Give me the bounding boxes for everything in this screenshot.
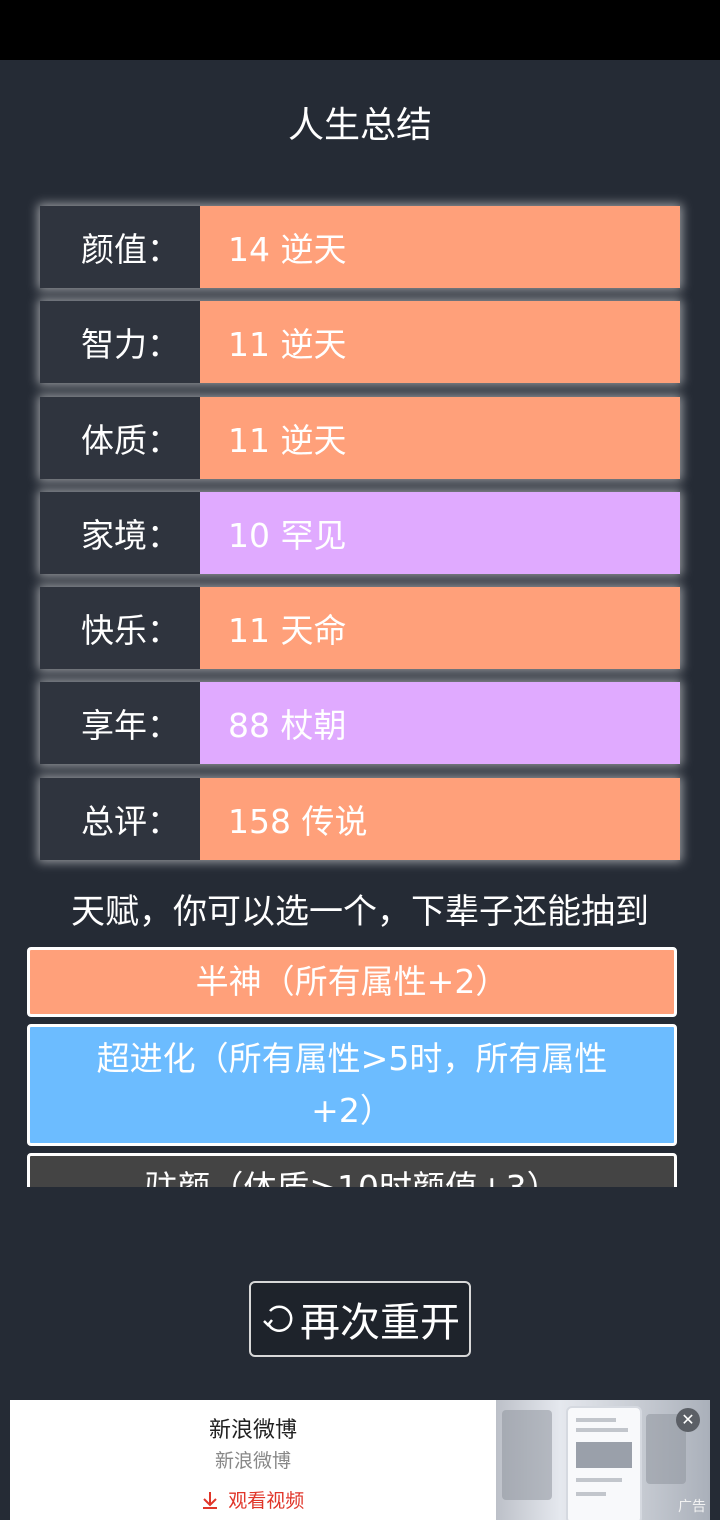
ad-image[interactable]: ✕ 广告 [496, 1400, 710, 1520]
ad-title: 新浪微博 [208, 1418, 297, 1443]
refresh-icon [260, 1301, 296, 1337]
stat-row-intelligence: 智力： 11 逆天 [40, 301, 680, 384]
stat-row-family: 家境： 10 罕见 [40, 491, 680, 574]
restart-label: 再次重开 [300, 1300, 460, 1346]
stat-label: 快乐： [40, 587, 200, 670]
stat-label: 颜值： [40, 206, 200, 288]
download-icon [202, 1490, 225, 1512]
stat-label: 享年： [40, 682, 200, 765]
stat-row-overall: 总评： 158 传说 [40, 777, 680, 860]
stat-value: 11 天命 [200, 587, 680, 670]
stat-label: 体质： [40, 396, 200, 479]
ad-tag: 广告 [678, 1499, 706, 1515]
talent-option-demigod[interactable]: 半神（所有属性+2） [27, 947, 677, 1017]
close-icon[interactable]: ✕ [676, 1408, 700, 1432]
stat-label: 总评： [40, 777, 200, 860]
stat-label: 智力： [40, 301, 200, 384]
stat-value: 158 传说 [200, 777, 680, 860]
talent-option-super-evolution[interactable]: 超进化（所有属性>5时，所有属性+2） [27, 1024, 677, 1146]
stat-label: 家境： [40, 491, 200, 574]
ad-phone-preview [566, 1406, 642, 1520]
restart-button[interactable]: 再次重开 [249, 1281, 471, 1357]
stats-panel: 颜值： 14 逆天 智力： 11 逆天 体质： 11 逆天 家境： 10 罕见 … [40, 206, 680, 873]
talent-list[interactable]: 半神（所有属性+2） 超进化（所有属性>5时，所有属性+2） 驻颜（体质>10时… [27, 947, 677, 1187]
stat-value: 10 罕见 [200, 491, 680, 574]
status-bar [0, 0, 720, 60]
stat-value: 14 逆天 [200, 206, 680, 288]
stat-row-constitution: 体质： 11 逆天 [40, 396, 680, 479]
stat-row-appearance: 颜值： 14 逆天 [40, 206, 680, 288]
stat-row-happiness: 快乐： 11 天命 [40, 587, 680, 670]
ad-subtitle: 新浪微博 [214, 1450, 291, 1472]
stat-value: 11 逆天 [200, 396, 680, 479]
talent-option-youthful[interactable]: 驻颜（体质>10时颜值+3） [27, 1153, 677, 1187]
ad-watch-video-link[interactable]: 观看视频 [10, 1486, 496, 1513]
ad-cta-label: 观看视频 [228, 1490, 305, 1512]
ad-banner[interactable]: 新浪微博 新浪微博 观看视频 ✕ 广告 [10, 1400, 710, 1520]
stat-value: 88 杖朝 [200, 682, 680, 765]
page-title: 人生总结 [287, 105, 432, 146]
stat-value: 11 逆天 [200, 301, 680, 384]
stat-row-lifespan: 享年： 88 杖朝 [40, 682, 680, 765]
talent-header: 天赋，你可以选一个，下辈子还能抽到 [71, 892, 649, 932]
ad-image-blur [502, 1410, 552, 1500]
